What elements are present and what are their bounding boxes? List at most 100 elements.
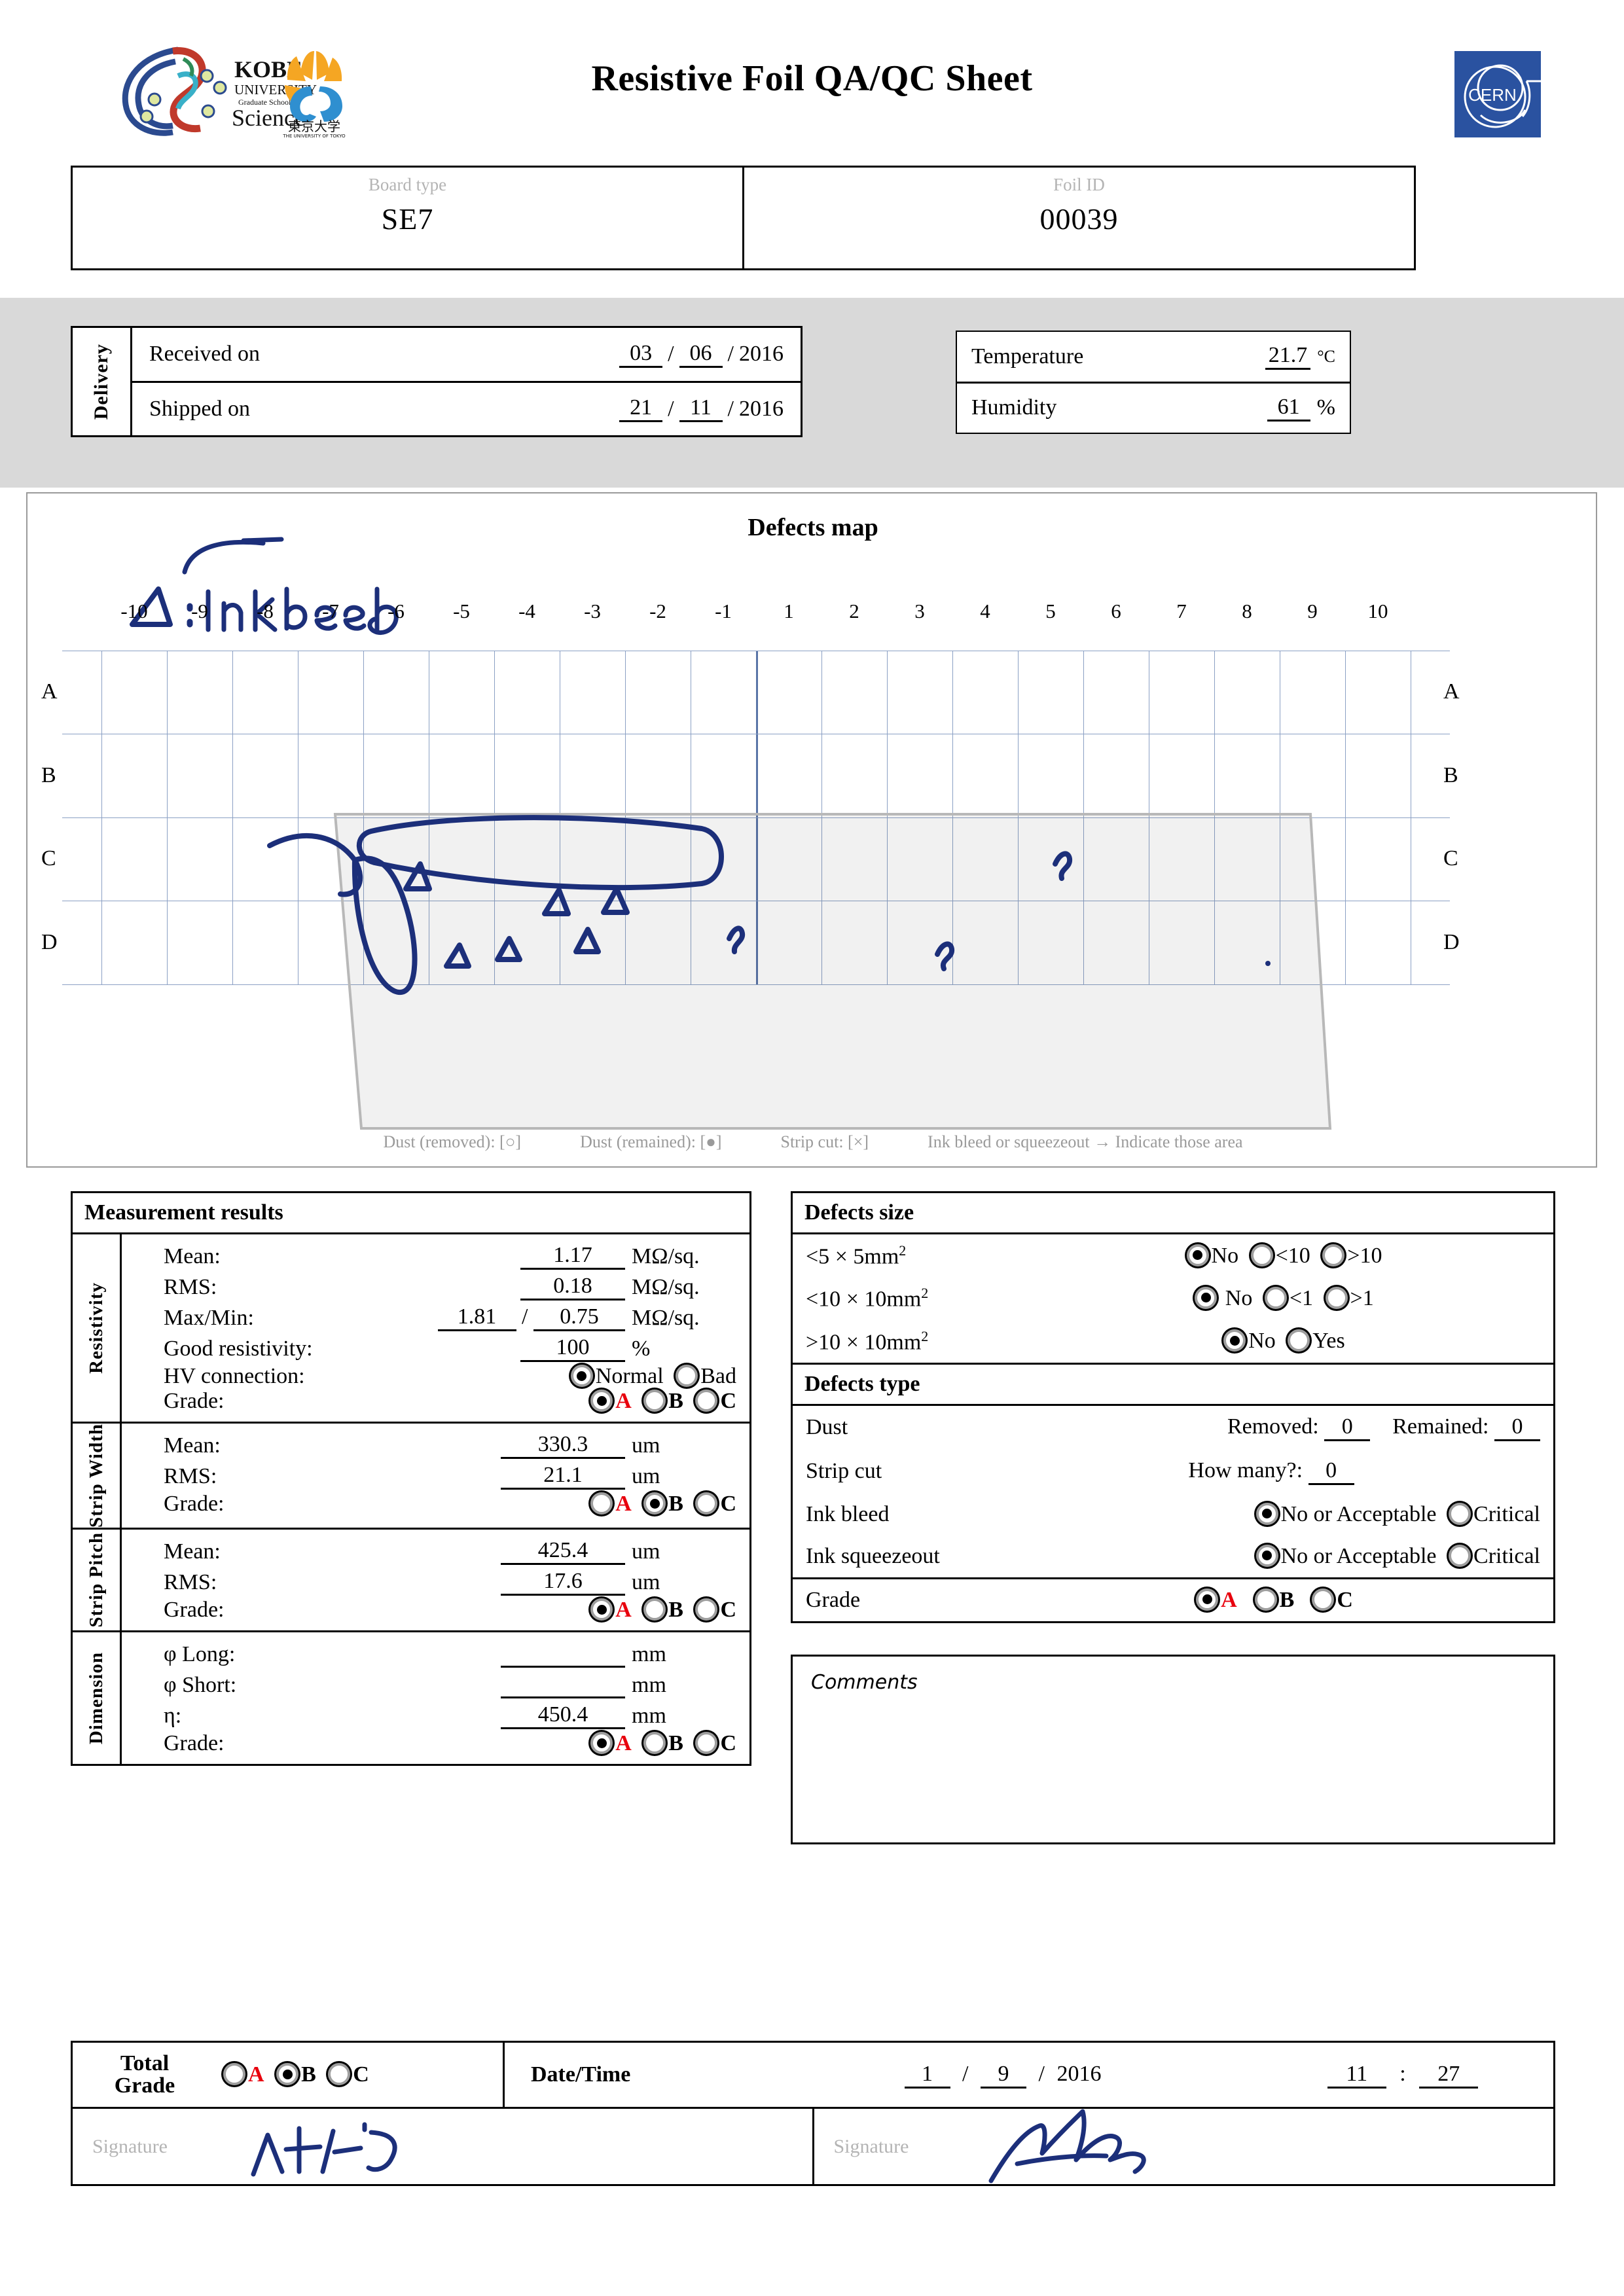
board-type-cell[interactable]: Board type SE7 (73, 168, 742, 268)
time-minute-field[interactable]: 27 (1419, 2062, 1479, 2089)
ink-bleed-radio-acceptable[interactable] (1255, 1502, 1278, 1525)
defect-size-gt10-radio-yes[interactable] (1288, 1329, 1310, 1352)
strip-width-grade-radio-c[interactable] (695, 1492, 718, 1515)
dimension-short-value[interactable] (501, 1672, 625, 1699)
total-grade-radio-b[interactable] (276, 2063, 299, 2085)
total-grade-radio-a[interactable] (223, 2063, 245, 2085)
strip-pitch-mean-value[interactable]: 425.4 (501, 1538, 625, 1566)
date-day-field[interactable]: 1 (904, 2062, 950, 2089)
resistivity-max-value[interactable]: 1.81 (437, 1304, 516, 1331)
humidity-row[interactable]: Humidity 61 % (957, 381, 1350, 433)
ink-squeezeout-row[interactable]: Ink squeezeout No or Acceptable Critical (793, 1535, 1553, 1577)
datetime-cell[interactable]: Date/Time 1 / 9 / 2016 11 : 27 (505, 2043, 1553, 2107)
ink-squeezeout-radio-acceptable[interactable] (1255, 1544, 1278, 1567)
defects-type-grade-radio-b[interactable] (1254, 1588, 1277, 1611)
resistivity-grade-label: Grade: (164, 1389, 225, 1413)
dimension-eta-value[interactable]: 450.4 (501, 1702, 625, 1730)
received-month-field[interactable]: 06 (679, 341, 723, 368)
defects-type-grade-radio-a[interactable] (1196, 1588, 1219, 1611)
signature-cell-right[interactable]: Signature (812, 2109, 1554, 2184)
defects-type-grade-radio-c[interactable] (1312, 1588, 1335, 1611)
received-day-field[interactable]: 03 (619, 341, 663, 368)
good-resistivity-value[interactable]: 100 (520, 1335, 625, 1362)
good-resistivity-row[interactable]: Good resistivity: 100 % (164, 1333, 736, 1364)
defect-size-lt10-radio-lt1[interactable] (1264, 1286, 1287, 1309)
defect-size-5x5-radio-gt10[interactable] (1322, 1244, 1345, 1266)
slash-4: / (727, 396, 734, 421)
defect-size-lt10-radio-gt1[interactable] (1325, 1286, 1348, 1309)
strip-pitch-rms-value[interactable]: 17.6 (501, 1569, 625, 1596)
comments-body[interactable] (811, 1709, 1540, 1835)
hv-radio-normal[interactable] (570, 1365, 593, 1387)
strip-width-grade-radio-b[interactable] (643, 1492, 666, 1515)
hv-connection-row[interactable]: HV connection: Normal Bad (164, 1364, 736, 1389)
resistivity-rms-row[interactable]: RMS: 0.18 MΩ/sq. (164, 1272, 736, 1302)
defect-size-row-lt10x10[interactable]: <10 × 10mm2 No <1 >1 (793, 1277, 1553, 1319)
shipped-day-field[interactable]: 21 (619, 395, 663, 423)
defect-size-5x5-radio-no[interactable] (1186, 1244, 1209, 1266)
strip-pitch-grade-radio-a[interactable] (590, 1598, 613, 1621)
ink-squeezeout-radio-critical[interactable] (1449, 1544, 1471, 1567)
foil-id-cell[interactable]: Foil ID 00039 (742, 168, 1414, 268)
defect-size-label-gt10x10: >10 × 10mm2 (806, 1328, 1022, 1355)
strip-pitch-rms-row[interactable]: RMS: 17.6 um (164, 1567, 736, 1598)
dust-remained-value[interactable]: 0 (1494, 1414, 1540, 1441)
received-on-row[interactable]: Received on 03 / 06 / 2016 (132, 328, 801, 381)
received-year-field[interactable]: 2016 (739, 342, 784, 367)
defects-type-grade-row[interactable]: Grade A B C (793, 1577, 1553, 1621)
defect-size-row-gt10x10[interactable]: >10 × 10mm2 No Yes (793, 1320, 1553, 1363)
humidity-value[interactable]: 61 (1267, 395, 1310, 422)
defect-size-gt10-radio-no[interactable] (1223, 1329, 1246, 1352)
strip-width-rms-value[interactable]: 21.1 (501, 1463, 625, 1490)
dust-row[interactable]: Dust Removed: 0 Remained: 0 (793, 1406, 1553, 1450)
resistivity-mean-value[interactable]: 1.17 (520, 1243, 625, 1270)
dimension-grade-radio-c[interactable] (695, 1732, 718, 1755)
strip-pitch-grade-radio-b[interactable] (643, 1598, 666, 1621)
strip-width-grade-radio-a[interactable] (590, 1492, 613, 1515)
ink-bleed-radio-critical[interactable] (1449, 1502, 1471, 1525)
hv-radio-bad[interactable] (676, 1365, 698, 1387)
strip-width-mean-row[interactable]: Mean: 330.3 um (164, 1430, 736, 1461)
dimension-short-row[interactable]: φ Short: mm (164, 1670, 736, 1700)
resistivity-min-value[interactable]: 0.75 (533, 1304, 625, 1331)
signature-cell-left[interactable]: Signature (73, 2109, 812, 2184)
strip-width-mean-value[interactable]: 330.3 (501, 1432, 625, 1459)
total-grade-cell[interactable]: Total Grade A B C (73, 2043, 505, 2107)
strip-width-rms-row[interactable]: RMS: 21.1 um (164, 1461, 736, 1492)
comments-panel[interactable]: Comments (791, 1654, 1555, 1844)
strip-pitch-grade-radio-c[interactable] (695, 1598, 718, 1621)
dust-removed-value[interactable]: 0 (1324, 1414, 1371, 1441)
resistivity-grade-radio-a[interactable] (590, 1390, 613, 1412)
ink-bleed-row[interactable]: Ink bleed No or Acceptable Critical (793, 1494, 1553, 1535)
resistivity-grade-row[interactable]: Grade: A B C (164, 1389, 736, 1414)
resistivity-grade-radio-b[interactable] (643, 1390, 666, 1412)
resistivity-rms-value[interactable]: 0.18 (520, 1274, 625, 1300)
dimension-grade-row[interactable]: Grade: A B C (164, 1731, 736, 1756)
resistivity-mean-row[interactable]: Mean: 1.17 MΩ/sq. (164, 1241, 736, 1272)
resistivity-maxmin-row[interactable]: Max/Min: 1.81 / 0.75 MΩ/sq. (164, 1302, 736, 1333)
defect-size-prefix-5x5: <5 (806, 1244, 830, 1269)
strip-pitch-mean-row[interactable]: Mean: 425.4 um (164, 1536, 736, 1567)
dimension-grade-radio-b[interactable] (643, 1732, 666, 1755)
date-month-field[interactable]: 9 (981, 2062, 1026, 2089)
defect-size-lt10-radio-no[interactable] (1195, 1286, 1218, 1309)
time-hour-field[interactable]: 11 (1327, 2062, 1386, 2089)
resistivity-grade-radio-c[interactable] (695, 1390, 718, 1412)
total-grade-radio-c[interactable] (328, 2063, 351, 2085)
dimension-grade-radio-a[interactable] (590, 1732, 613, 1755)
strip-pitch-grade-row[interactable]: Grade: A B C (164, 1598, 736, 1623)
defect-size-5x5-radio-lt10[interactable] (1250, 1244, 1273, 1266)
shipped-year-field[interactable]: 2016 (739, 397, 784, 422)
dimension-long-row[interactable]: φ Long: mm (164, 1639, 736, 1670)
strip-cut-value[interactable]: 0 (1308, 1458, 1354, 1485)
dimension-long-value[interactable] (501, 1641, 625, 1668)
defect-size-row-5x5[interactable]: <5 × 5mm2 No <10 >10 (793, 1234, 1553, 1277)
temperature-value[interactable]: 21.7 (1265, 343, 1311, 370)
date-year-field[interactable]: 2016 (1056, 2062, 1101, 2086)
temperature-row[interactable]: Temperature 21.7 °C (957, 332, 1350, 382)
shipped-on-row[interactable]: Shipped on 21 / 11 / 2016 (132, 380, 801, 436)
dimension-eta-row[interactable]: η: 450.4 mm (164, 1700, 736, 1731)
strip-cut-row[interactable]: Strip cut How many?: 0 (793, 1450, 1553, 1494)
strip-width-grade-row[interactable]: Grade: A B C (164, 1492, 736, 1516)
shipped-month-field[interactable]: 11 (679, 395, 723, 423)
